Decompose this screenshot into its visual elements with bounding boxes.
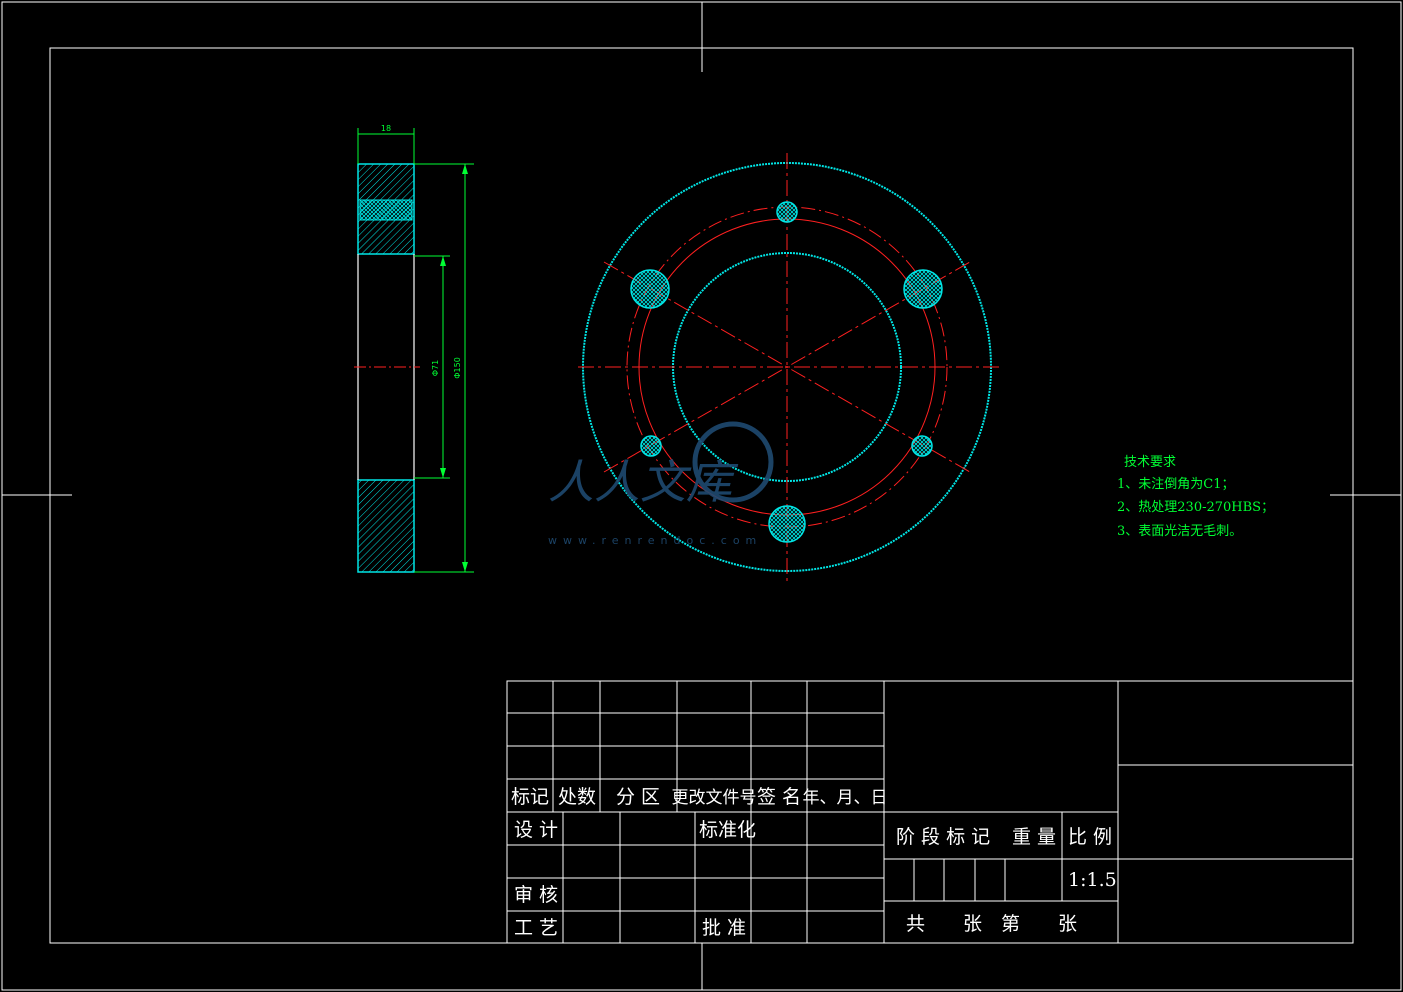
scale-value: 1:1.5	[1068, 869, 1117, 891]
drawing-canvas: 18 Φ71 Φ150 人人文库 www.renrendoc.com 技术要求 …	[1, 1, 1402, 991]
side-section-view: 18 Φ71 Φ150	[354, 124, 474, 573]
tech-requirement-2: 2、热处理230-270HBS；	[1117, 500, 1274, 515]
header-count: 处数	[558, 786, 596, 808]
watermark-brand: 人人文库	[548, 455, 739, 509]
dim-inner-diameter-label: Φ71	[431, 360, 440, 376]
tech-requirement-1: 1、未注倒角为C1；	[1117, 477, 1235, 492]
title-block-text: 标记 处数 分 区 更改文件号 签 名 年、月、日 设 计 标准化 审 核 工 …	[511, 786, 1117, 939]
tech-requirement-3: 3、表面光洁无毛刺。	[1117, 524, 1242, 539]
front-circular-view	[578, 153, 1000, 585]
header-mark: 标记	[511, 786, 549, 808]
label-approve: 批 准	[702, 917, 746, 939]
header-zone: 分 区	[616, 786, 660, 808]
tech-requirements: 技术要求 1、未注倒角为C1； 2、热处理230-270HBS； 3、表面光洁无…	[1117, 455, 1274, 539]
dim-outer-diameter-label: Φ150	[453, 357, 462, 379]
cad-drawing-sheet: 18 Φ71 Φ150 人人文库 www.renrendoc.com 技术要求 …	[0, 0, 1403, 992]
label-sheets: 共 张 第 张	[906, 913, 1077, 935]
header-signature: 签 名	[757, 786, 801, 808]
title-block	[506, 680, 1354, 944]
label-review: 审 核	[514, 884, 558, 906]
label-stage-mark: 阶 段 标 记	[896, 826, 990, 848]
label-process: 工 艺	[514, 917, 558, 939]
header-date: 年、月、日	[803, 788, 888, 808]
tech-requirements-title: 技术要求	[1124, 455, 1176, 470]
header-change-doc: 更改文件号	[672, 788, 757, 808]
label-scale: 比 例	[1068, 826, 1112, 848]
dim-width-label: 18	[381, 124, 391, 133]
label-standardization: 标准化	[699, 819, 756, 841]
label-weight: 重 量	[1012, 826, 1056, 848]
watermark-site: www.renrendoc.com	[548, 534, 762, 547]
label-design: 设 计	[514, 819, 558, 841]
